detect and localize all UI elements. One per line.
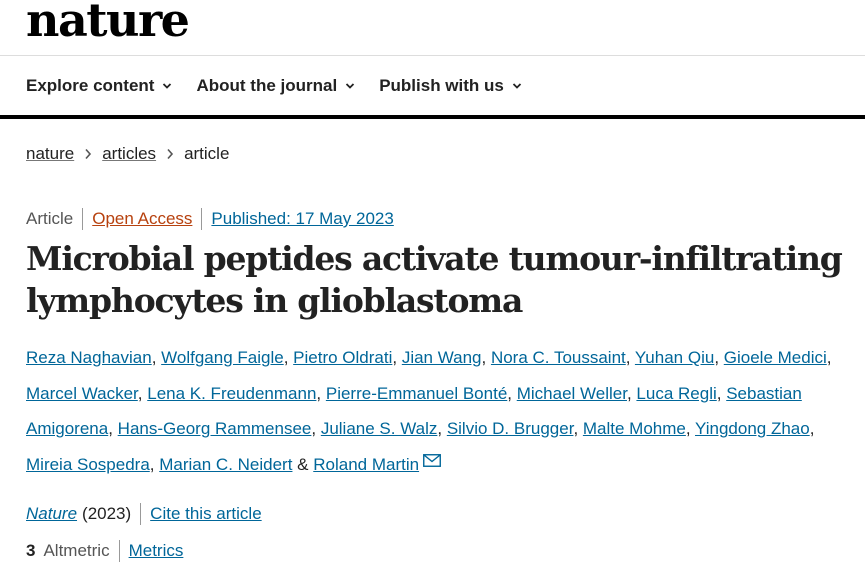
published-date-link[interactable]: Published: 17 May 2023 [211, 209, 393, 229]
author-separator: , [108, 419, 118, 439]
metrics-row: 3 Altmetric Metrics [26, 540, 183, 562]
nature-logo[interactable]: nature [26, 0, 190, 48]
article-meta: Article Open Access Published: 17 May 20… [26, 208, 394, 230]
site-header: nature [0, 0, 865, 56]
altmetric-score: 3 [26, 541, 36, 560]
author-link[interactable]: Hans-Georg Rammensee [118, 419, 312, 438]
breadcrumb-nature[interactable]: nature [26, 144, 74, 164]
author-link[interactable]: Mireia Sospedra [26, 455, 150, 474]
author-link[interactable]: Marcel Wacker [26, 384, 138, 403]
journal-link[interactable]: Nature [26, 504, 77, 524]
nav-explore-content-label: Explore content [26, 76, 155, 95]
author-separator: , [392, 348, 402, 367]
author-separator: , [283, 348, 294, 367]
open-access-link[interactable]: Open Access [92, 209, 192, 229]
author-separator: , [481, 348, 491, 367]
author-link[interactable]: Roland Martin [313, 455, 419, 474]
chevron-down-icon [512, 83, 521, 89]
author-separator: , [626, 383, 637, 403]
author-separator: , [507, 383, 517, 403]
author-separator: , [716, 383, 727, 403]
nav-about-journal[interactable]: About the journal [196, 76, 355, 96]
author-link[interactable]: Marian C. Neidert [159, 455, 292, 474]
author-link[interactable]: Gioele Medici [724, 348, 827, 367]
author-link[interactable]: Yingdong Zhao [695, 419, 810, 438]
metrics-divider [118, 540, 120, 562]
author-separator: , [151, 348, 162, 367]
altmetric-label: Altmetric [43, 541, 110, 560]
author-separator: & [292, 455, 314, 475]
author-link[interactable]: Reza Naghavian [26, 348, 152, 367]
article-type: Article [26, 209, 74, 228]
main-nav: Explore content About the journal Publis… [26, 73, 546, 99]
author-separator: , [573, 419, 583, 439]
nav-publish-with-us-label: Publish with us [379, 76, 504, 95]
article-title: Microbial peptides activate tumour-infil… [26, 239, 843, 320]
citation-divider [140, 503, 142, 525]
author-link[interactable]: Nora C. Toussaint [491, 348, 626, 367]
meta-divider [82, 208, 84, 230]
author-separator: , [437, 419, 447, 439]
metrics-link[interactable]: Metrics [129, 541, 184, 561]
author-link[interactable]: Jian Wang [402, 348, 482, 367]
chevron-down-icon [346, 83, 355, 89]
author-separator: , [149, 455, 160, 475]
author-link[interactable]: Lena K. Freudenmann [147, 384, 316, 403]
chevron-right-icon [85, 148, 92, 160]
author-link[interactable]: Michael Weller [517, 384, 627, 403]
chevron-right-icon [167, 148, 174, 160]
breadcrumb-current: article [184, 144, 230, 163]
author-link[interactable]: Malte Mohme [583, 419, 686, 438]
meta-divider [201, 208, 203, 230]
author-list: Reza Naghavian, Wolfgang Faigle, Pietro … [26, 340, 861, 483]
nav-explore-content[interactable]: Explore content [26, 76, 172, 96]
author-link[interactable]: Yuhan Qiu [635, 348, 714, 367]
publication-year: (2023) [82, 504, 132, 523]
mail-icon[interactable] [423, 454, 442, 468]
author-link[interactable]: Silvio D. Brugger [447, 419, 574, 438]
author-separator: , [316, 383, 326, 403]
author-link[interactable]: Wolfgang Faigle [161, 348, 284, 367]
author-link[interactable]: Luca Regli [636, 384, 716, 403]
chevron-down-icon [163, 83, 172, 89]
author-link[interactable]: Juliane S. Walz [321, 419, 438, 438]
author-link[interactable]: Pietro Oldrati [293, 348, 392, 367]
author-separator: , [137, 383, 148, 403]
author-link[interactable]: Pierre-Emmanuel Bonté [326, 384, 507, 403]
header-divider [0, 115, 865, 119]
author-separator: , [311, 419, 321, 439]
nav-publish-with-us[interactable]: Publish with us [379, 76, 522, 96]
nav-about-journal-label: About the journal [196, 76, 338, 95]
citation-row: Nature (2023) Cite this article [26, 503, 262, 525]
cite-this-article-link[interactable]: Cite this article [150, 504, 261, 524]
breadcrumb-articles[interactable]: articles [102, 144, 156, 164]
author-separator: , [685, 419, 696, 439]
author-separator: , [826, 348, 832, 367]
author-separator: , [714, 348, 724, 367]
author-separator: , [625, 348, 635, 367]
breadcrumb: nature articles article [26, 144, 229, 164]
author-separator: , [809, 419, 815, 439]
